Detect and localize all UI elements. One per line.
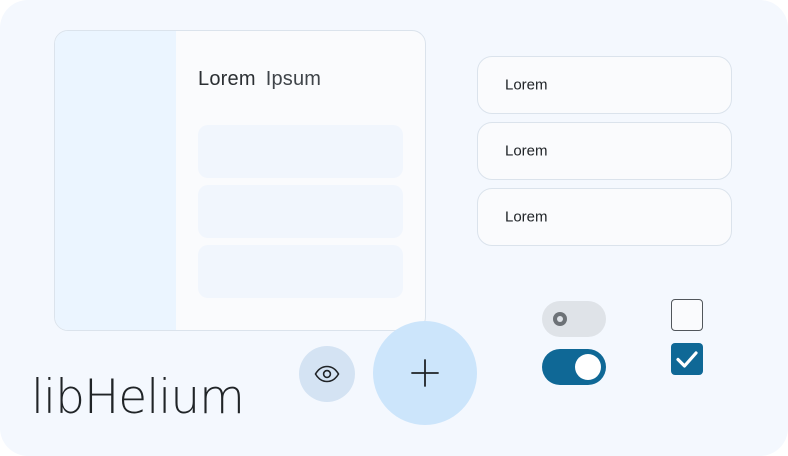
checkmark-icon bbox=[676, 351, 698, 368]
list-button-label: Lorem bbox=[505, 76, 548, 94]
plus-icon bbox=[411, 359, 439, 387]
eye-icon bbox=[314, 365, 340, 383]
window-content: Lorem Ipsum bbox=[176, 31, 425, 330]
visibility-button[interactable] bbox=[299, 346, 355, 402]
checkbox-checked[interactable] bbox=[671, 343, 703, 375]
list-row[interactable] bbox=[198, 125, 403, 178]
title-word-1: Lorem bbox=[198, 68, 256, 90]
toggle-switch-on[interactable] bbox=[542, 349, 606, 385]
title-word-2: Ipsum bbox=[265, 68, 322, 90]
window-title: Lorem Ipsum bbox=[198, 68, 321, 91]
libhelium-logo: libHelium bbox=[31, 370, 245, 425]
lorem-list-button-1[interactable]: Lorem bbox=[477, 56, 732, 114]
checkbox-unchecked[interactable] bbox=[671, 299, 703, 331]
switch-knob bbox=[553, 312, 567, 326]
lorem-list-button-3[interactable]: Lorem bbox=[477, 188, 732, 246]
app-window-mockup: Lorem Ipsum bbox=[54, 30, 426, 331]
sidebar bbox=[55, 31, 176, 330]
lorem-list-button-2[interactable]: Lorem bbox=[477, 122, 732, 180]
list-button-label: Lorem bbox=[505, 208, 548, 226]
showcase-canvas: Lorem Ipsum Lorem Lorem Lorem libHelium bbox=[0, 0, 788, 456]
list-row[interactable] bbox=[198, 245, 403, 298]
list-row[interactable] bbox=[198, 185, 403, 238]
list-button-label: Lorem bbox=[505, 142, 548, 160]
switch-knob bbox=[575, 354, 601, 380]
add-fab-button[interactable] bbox=[373, 321, 477, 425]
toggle-switch-off[interactable] bbox=[542, 301, 606, 337]
